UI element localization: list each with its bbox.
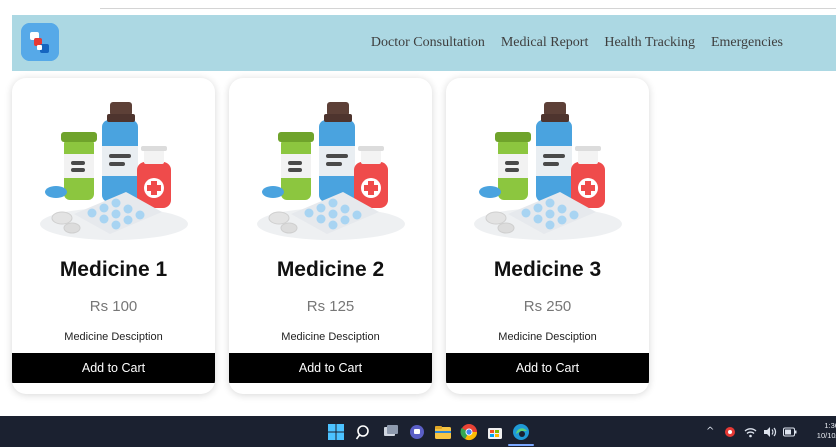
edge-icon[interactable] (512, 423, 530, 441)
add-to-cart-button[interactable]: Add to Cart (12, 353, 215, 383)
medicine-image (256, 101, 406, 241)
product-name: Medicine 3 (493, 258, 602, 281)
browser-top-divider (100, 8, 836, 9)
medicine-image (473, 101, 623, 241)
add-to-cart-button[interactable]: Add to Cart (446, 353, 649, 383)
nav-link-medical-report[interactable]: Medical Report (501, 35, 588, 51)
nav-link-emergencies[interactable]: Emergencies (711, 35, 783, 51)
nav-links: Doctor Consultation Medical Report Healt… (371, 15, 836, 71)
clock-time: 1:36 P (824, 421, 836, 430)
product-card-3: Medicine 3 Rs 250 Medicine Desciption Ad… (446, 78, 649, 394)
app-logo-icon[interactable] (21, 23, 59, 61)
product-price: Rs 100 (89, 298, 138, 315)
product-description: Medicine Desciption (281, 331, 380, 343)
product-description: Medicine Desciption (498, 331, 597, 343)
add-to-cart-button[interactable]: Add to Cart (229, 353, 432, 383)
product-name: Medicine 1 (59, 258, 168, 281)
chevron-up-icon[interactable]: ^ (706, 416, 714, 447)
product-price: Rs 125 (306, 298, 355, 315)
battery-icon[interactable] (783, 427, 797, 437)
wifi-icon[interactable] (744, 426, 757, 438)
navbar: Doctor Consultation Medical Report Healt… (12, 15, 836, 71)
product-price: Rs 250 (523, 298, 572, 315)
medicine-image (39, 101, 189, 241)
nav-link-health-tracking[interactable]: Health Tracking (604, 35, 695, 51)
product-card-1: Medicine 1 Rs 100 Medicine Desciption Ad… (12, 78, 215, 394)
system-clock[interactable]: 1:36 P 10/10/20 (806, 421, 836, 441)
nav-link-doctor-consultation[interactable]: Doctor Consultation (371, 35, 485, 51)
file-explorer-icon[interactable] (434, 423, 452, 441)
store-icon[interactable] (486, 423, 504, 441)
product-description: Medicine Desciption (64, 331, 163, 343)
search-icon[interactable] (355, 423, 373, 441)
task-view-icon[interactable] (382, 423, 400, 441)
chrome-icon[interactable] (460, 423, 478, 441)
teams-chat-icon[interactable] (408, 423, 426, 441)
clock-date: 10/10/20 (816, 431, 836, 440)
windows-taskbar: ^ 1:36 P 10/10/20 (0, 416, 836, 447)
volume-icon[interactable] (763, 426, 777, 438)
active-app-indicator (508, 444, 534, 446)
antivirus-icon[interactable] (724, 426, 736, 438)
product-name: Medicine 2 (276, 258, 385, 281)
product-card-2: Medicine 2 Rs 125 Medicine Desciption Ad… (229, 78, 432, 394)
windows-start-icon[interactable] (327, 423, 345, 441)
